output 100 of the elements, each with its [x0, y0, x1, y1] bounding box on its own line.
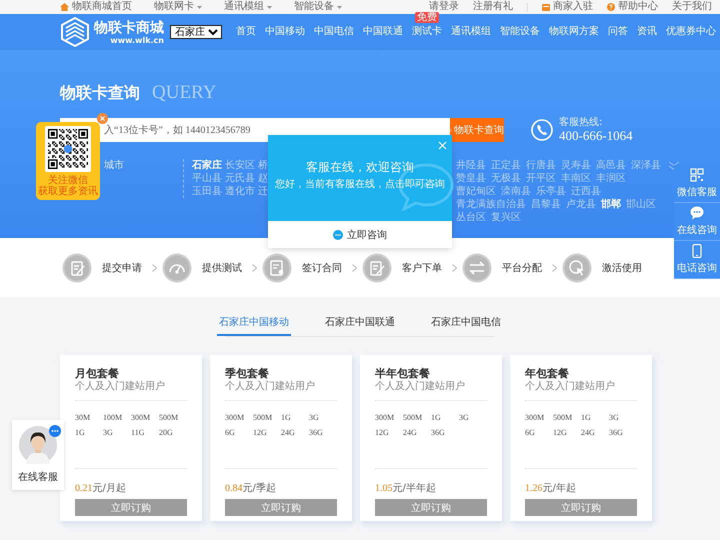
city-link[interactable]: 迁西县 — [571, 185, 601, 198]
city-link[interactable]: 桥 — [258, 159, 268, 172]
city-link[interactable]: 曹妃甸区 — [456, 185, 496, 198]
city-link[interactable]: 复兴区 — [491, 211, 521, 224]
price-unit: 元/年起 — [542, 482, 576, 496]
nav-link[interactable]: 通讯模组 — [451, 25, 491, 39]
order-button[interactable]: 立即订购 — [225, 499, 337, 516]
data-size: 30M — [75, 412, 92, 424]
top-link[interactable]: 帮助中心 — [607, 1, 658, 13]
data-size: 300M — [225, 412, 246, 424]
city-link[interactable]: 井陉县 — [456, 159, 486, 172]
nav-link[interactable]: 智能设备 — [500, 25, 540, 39]
top-link[interactable]: 物联商城首页 — [60, 1, 132, 13]
nav-link[interactable]: 测试卡 — [412, 25, 442, 39]
certificate-icon — [262, 252, 292, 282]
city-link[interactable]: 玉田县 — [192, 185, 223, 198]
close-icon[interactable] — [97, 113, 108, 124]
nav-link[interactable]: 中国联通 — [363, 25, 403, 39]
top-link[interactable]: 关于我们 — [672, 1, 712, 13]
chat-title: 客服在线，欢迎咨询 — [306, 159, 414, 175]
hotline-label: 客服热线: — [559, 117, 604, 128]
city-link[interactable]: 平山县 — [192, 172, 223, 185]
data-size: 300M — [525, 412, 546, 424]
pen-paper-icon — [362, 252, 392, 282]
top-link[interactable]: 智能设备 — [294, 1, 342, 13]
data-size: 500M — [253, 412, 274, 424]
swap-arrows-icon — [462, 252, 492, 282]
data-size: 500M — [403, 412, 424, 424]
consult-button[interactable]: 立即咨询 — [268, 221, 452, 248]
hotline-number: 400-666-1064 — [559, 128, 633, 143]
order-button[interactable]: 立即订购 — [75, 499, 187, 516]
nav-link[interactable]: 物联网方案 — [549, 25, 599, 39]
data-size: 3G — [459, 412, 470, 424]
chevron-icon — [552, 264, 557, 272]
home-icon — [60, 3, 69, 11]
side-tool-button[interactable]: 微信客服 — [674, 165, 720, 203]
city-link[interactable]: 正定县 — [491, 159, 521, 172]
plan-subtitle: 个人及入门建站用户 — [225, 381, 337, 401]
top-link[interactable]: 物联网卡 — [154, 1, 202, 13]
data-size: 12G — [375, 427, 390, 439]
city-select[interactable]: 石家庄 — [170, 25, 222, 39]
chevron-icon — [252, 264, 257, 272]
city-link[interactable]: 丰润区 — [596, 172, 626, 185]
city-link[interactable]: 乐亭县 — [536, 185, 566, 198]
step-label: 平台分配 — [502, 262, 542, 274]
order-button[interactable]: 立即订购 — [525, 499, 637, 516]
nav-link[interactable]: 问答 — [608, 25, 628, 39]
step-label: 客户下单 — [402, 262, 442, 274]
nav-link[interactable]: 优惠券中心 — [666, 25, 716, 39]
top-link[interactable]: 商家入驻 — [542, 1, 593, 13]
city-link[interactable]: 昌黎县 — [531, 198, 561, 211]
city-link[interactable]: 开平区 — [526, 172, 556, 185]
city-link[interactable]: 丛台区 — [456, 211, 486, 224]
nav-link[interactable]: 首页 — [236, 25, 256, 39]
city-link[interactable]: 遵化市 — [225, 185, 256, 198]
city-link[interactable]: 无极县 — [491, 172, 521, 185]
tab[interactable]: 石家庄中国电信 — [429, 311, 503, 336]
plan-subtitle: 个人及入门建站用户 — [375, 381, 487, 401]
city-link[interactable]: 行唐县 — [526, 159, 556, 172]
side-tool-button[interactable]: 电话咨询 — [674, 241, 720, 279]
top-link[interactable]: 注册有礼 — [473, 1, 513, 13]
data-size: 6G — [525, 427, 536, 439]
price-value: 0.84 — [225, 482, 242, 496]
city-link[interactable]: 邯郸 — [601, 198, 621, 211]
data-size: 20G — [159, 427, 174, 439]
service-label: 在线客服 — [18, 470, 58, 484]
top-link[interactable]: 请登录 — [429, 1, 459, 13]
city-link[interactable]: 滦南县 — [501, 185, 531, 198]
city-link[interactable]: 高邑县 — [596, 159, 626, 172]
nav-link[interactable]: 中国电信 — [314, 25, 354, 39]
city-link[interactable]: 元氏县 — [225, 172, 256, 185]
city-link[interactable]: 赞皇县 — [456, 172, 486, 185]
data-size: 500M — [159, 412, 180, 424]
city-link[interactable]: 石家庄 — [192, 159, 223, 172]
city-link[interactable]: 深泽县 — [631, 159, 661, 172]
city-link[interactable]: 长安区 — [225, 159, 256, 172]
tab[interactable]: 石家庄中国联通 — [323, 311, 397, 336]
nav-link[interactable]: 资讯 — [637, 25, 657, 39]
order-button[interactable]: 立即订购 — [375, 499, 487, 516]
price-unit: 元/季起 — [242, 482, 276, 496]
city-link[interactable]: 邯山区 — [626, 198, 656, 211]
qr-caption: 获取更多资讯 — [38, 186, 98, 197]
search-button[interactable]: 物联卡查询 — [450, 118, 504, 142]
close-icon[interactable] — [438, 141, 447, 150]
data-size: 1G — [431, 412, 442, 424]
step-label: 提供测试 — [202, 262, 242, 274]
top-link[interactable]: 通讯模组 — [224, 1, 272, 13]
city-link[interactable]: 赵 — [258, 172, 268, 185]
chat-dots-icon — [333, 230, 343, 240]
tab[interactable]: 石家庄中国移动 — [217, 311, 291, 336]
city-link[interactable]: 青龙满族自治县 — [456, 198, 526, 211]
gauge-icon — [162, 252, 192, 282]
nav-link[interactable]: 中国移动 — [265, 25, 305, 39]
city-link[interactable]: 丰南区 — [561, 172, 591, 185]
backdrop-text: QUERY — [152, 82, 216, 104]
chat-dots-icon — [49, 425, 61, 437]
city-link[interactable]: 灵寿县 — [561, 159, 591, 172]
data-size: 36G — [609, 427, 624, 439]
city-link[interactable]: 卢龙县 — [566, 198, 596, 211]
city-link[interactable]: 迁 — [258, 185, 268, 198]
